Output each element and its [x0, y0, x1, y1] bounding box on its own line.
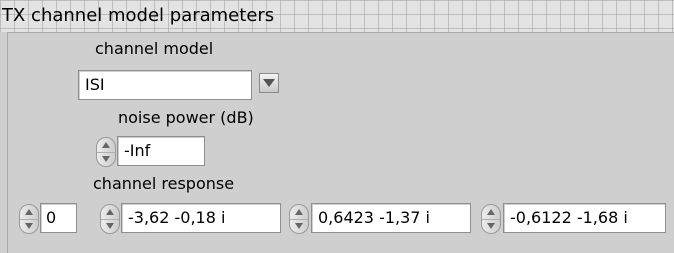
increment-button[interactable]	[290, 205, 308, 219]
arrow-down-icon	[487, 223, 495, 230]
decrement-button[interactable]	[97, 151, 115, 167]
element-spinner[interactable]	[100, 204, 120, 234]
arrow-down-icon	[295, 223, 303, 230]
array-index-input[interactable]: 0	[40, 203, 77, 233]
arrow-down-icon	[106, 223, 114, 230]
channel-model-select[interactable]: ISI	[78, 70, 252, 100]
arrow-down-icon	[25, 223, 33, 230]
decrement-button[interactable]	[482, 218, 500, 234]
arrow-up-icon	[106, 208, 114, 215]
arrow-up-icon	[487, 208, 495, 215]
increment-button[interactable]	[97, 138, 115, 152]
channel-response-element[interactable]: -0,6122 -1,68 i	[503, 203, 666, 233]
decrement-button[interactable]	[20, 218, 38, 234]
triangle-down-icon	[263, 78, 275, 87]
arrow-up-icon	[25, 208, 33, 215]
increment-button[interactable]	[482, 205, 500, 219]
array-index-spinner[interactable]	[19, 204, 39, 234]
element-spinner[interactable]	[289, 204, 309, 234]
channel-response-element[interactable]: -3,62 -0,18 i	[121, 203, 281, 233]
element-spinner[interactable]	[481, 204, 501, 234]
noise-power-input[interactable]: -Inf	[117, 136, 205, 166]
noise-power-spinner[interactable]	[96, 137, 116, 167]
channel-response-element[interactable]: 0,6423 -1,37 i	[311, 203, 471, 233]
channel-model-dropdown-button[interactable]	[259, 73, 279, 93]
panel-title: TX channel model parameters	[2, 5, 275, 26]
channel-response-label: channel response	[93, 174, 235, 193]
decrement-button[interactable]	[290, 218, 308, 234]
increment-button[interactable]	[101, 205, 119, 219]
decrement-button[interactable]	[101, 218, 119, 234]
panel-title-bar: TX channel model parameters	[0, 0, 674, 32]
noise-power-label: noise power (dB)	[118, 108, 254, 127]
arrow-down-icon	[102, 156, 110, 163]
arrow-up-icon	[102, 141, 110, 148]
increment-button[interactable]	[20, 205, 38, 219]
channel-model-label: channel model	[95, 39, 214, 58]
arrow-up-icon	[295, 208, 303, 215]
